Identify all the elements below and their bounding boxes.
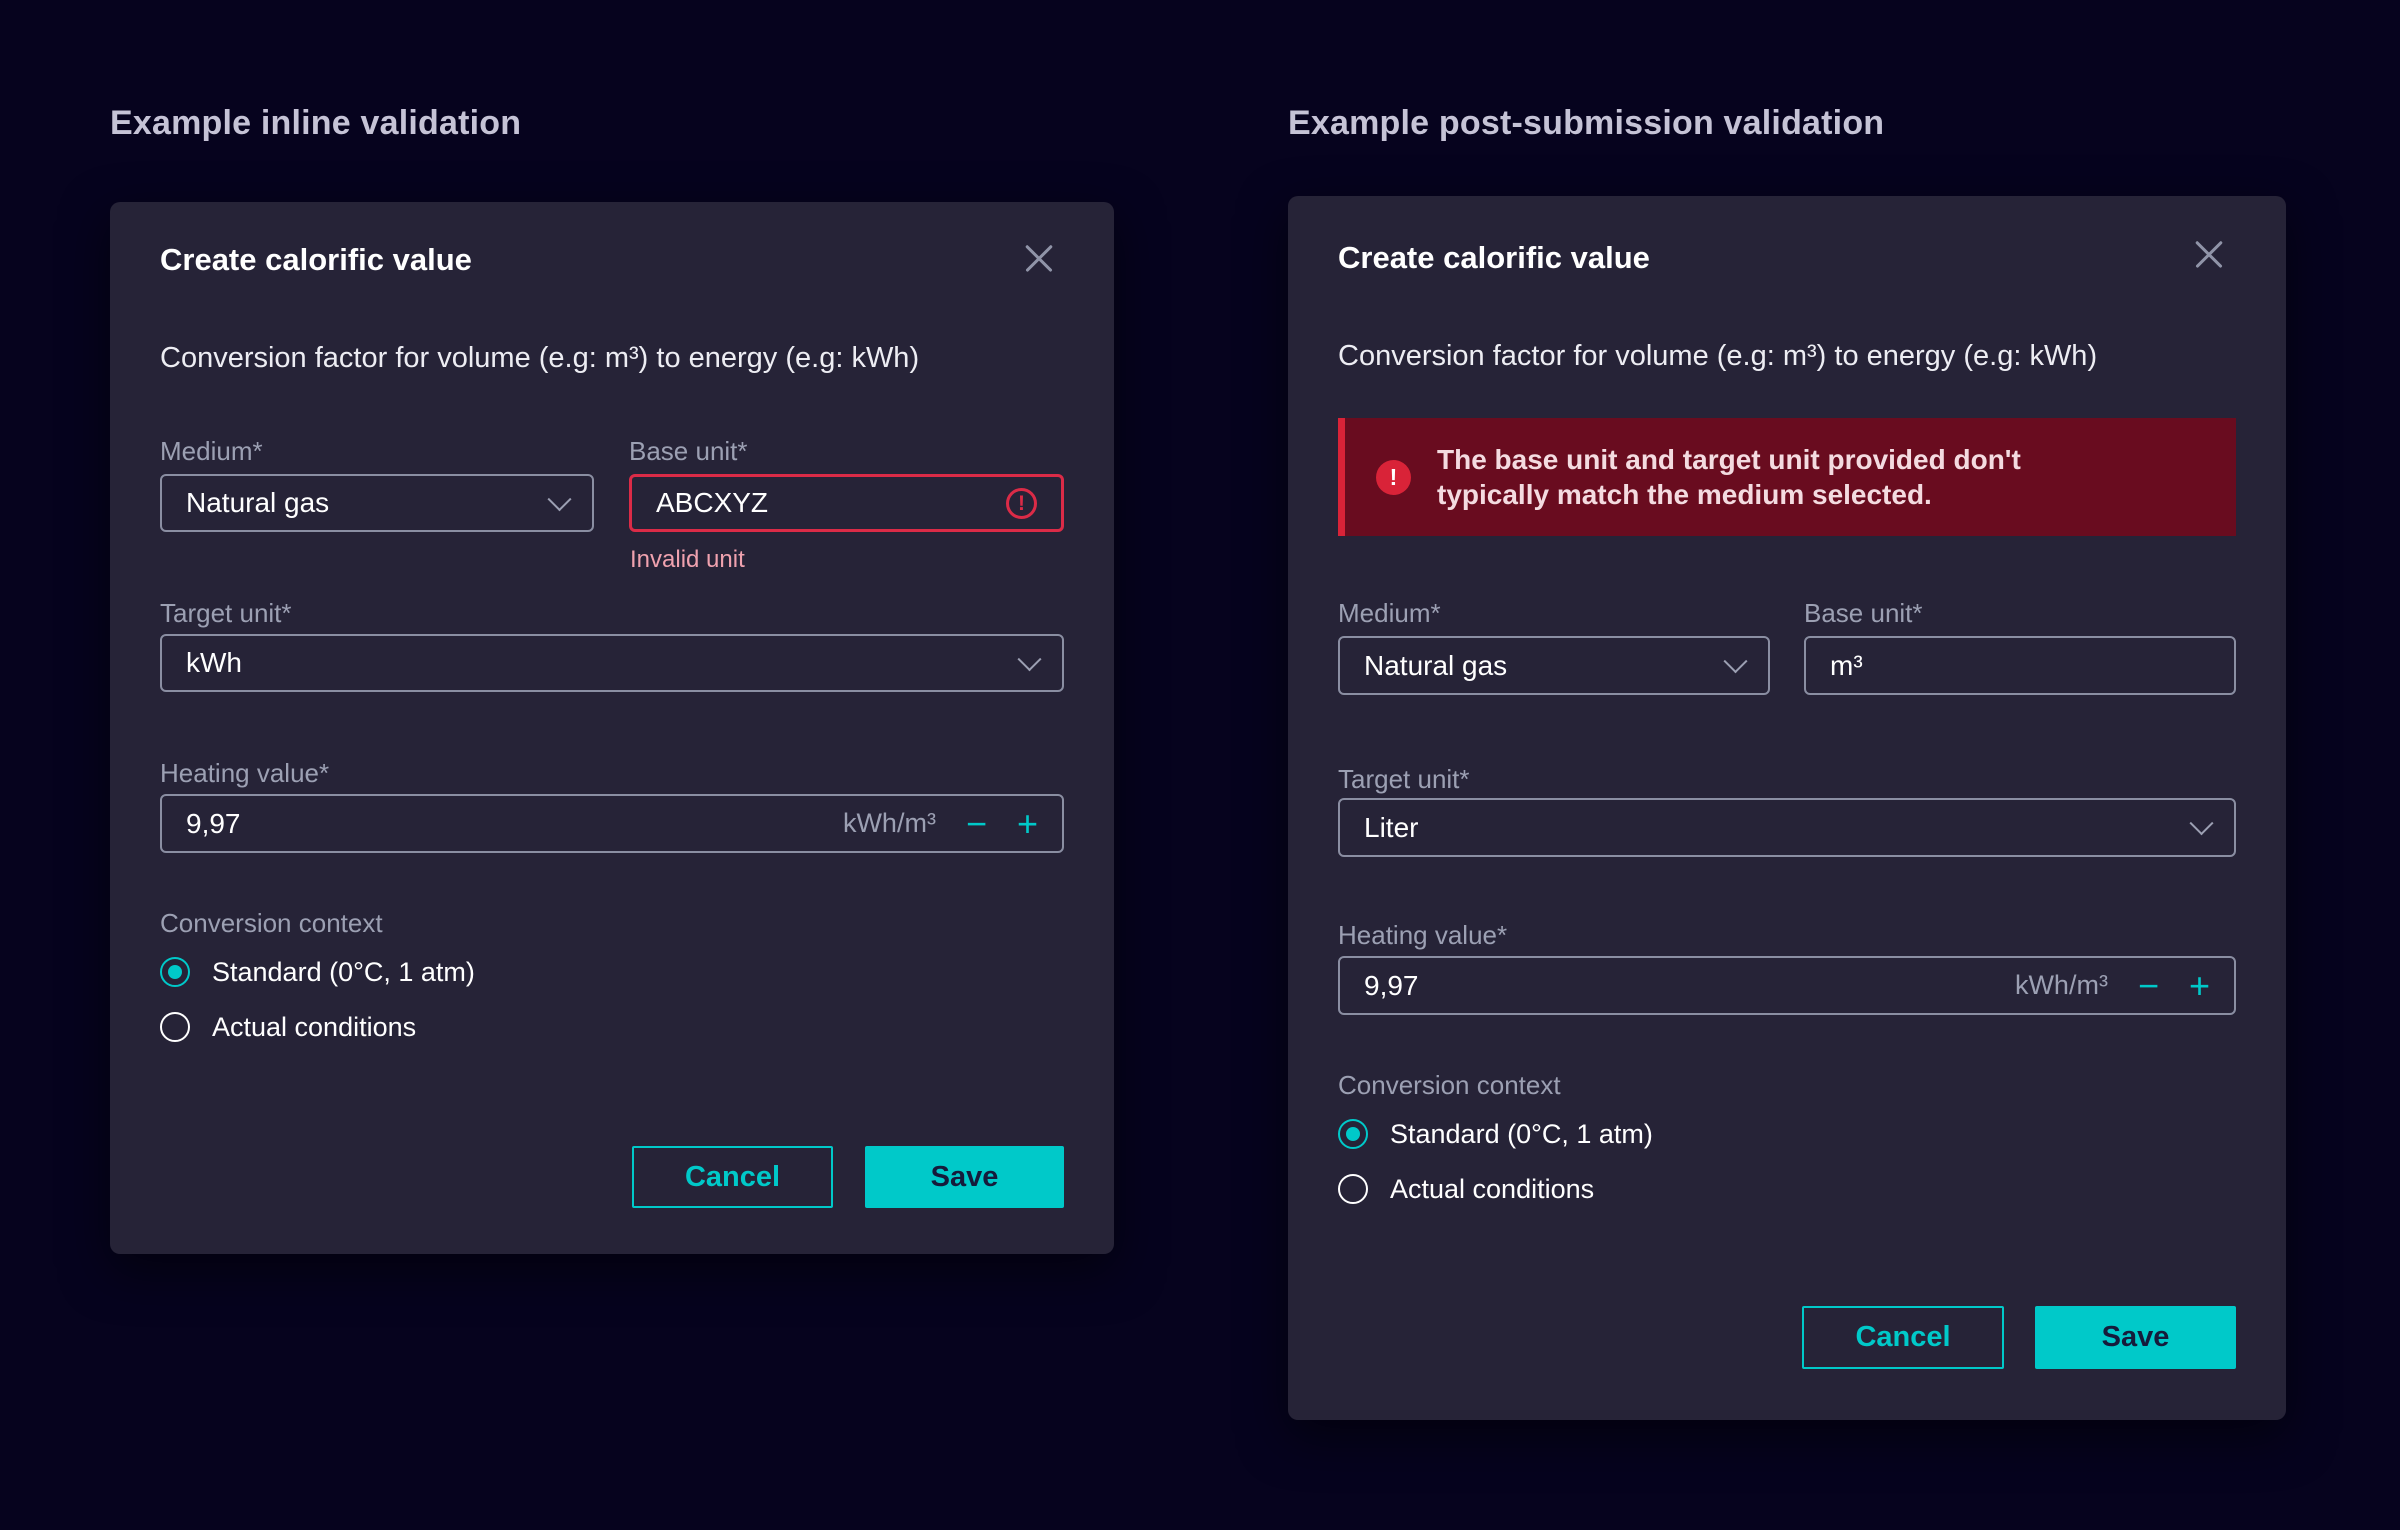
cancel-button[interactable]: Cancel bbox=[1802, 1306, 2004, 1369]
chevron-down-icon bbox=[547, 487, 571, 511]
target-unit-select[interactable]: kWh bbox=[160, 634, 1064, 692]
inline-example-heading: Example inline validation bbox=[110, 104, 521, 143]
radio-option-actual[interactable]: Actual conditions bbox=[160, 1011, 416, 1043]
close-icon[interactable] bbox=[1022, 242, 1056, 276]
base-unit-input-value: m³ bbox=[1830, 650, 1863, 682]
page: Example inline validation Create calorif… bbox=[0, 0, 2400, 1530]
required-asterisk: * bbox=[281, 598, 291, 628]
required-asterisk: * bbox=[1459, 764, 1469, 794]
create-calorific-value-dialog-post: Create calorific value Conversion factor… bbox=[1288, 196, 2286, 1420]
heating-value-input-value: 9,97 bbox=[1364, 970, 1419, 1002]
required-asterisk: * bbox=[252, 436, 262, 466]
dialog-description: Conversion factor for volume (e.g: m³) t… bbox=[1338, 340, 2097, 373]
heating-value-label: Heating value* bbox=[1338, 920, 1507, 951]
decrement-icon[interactable]: − bbox=[966, 806, 987, 842]
radio-icon[interactable] bbox=[1338, 1119, 1368, 1149]
required-asterisk: * bbox=[1430, 598, 1440, 628]
decrement-icon[interactable]: − bbox=[2138, 968, 2159, 1004]
close-icon[interactable] bbox=[2192, 238, 2226, 272]
create-calorific-value-dialog-inline: Create calorific value Conversion factor… bbox=[110, 202, 1114, 1254]
dialog-description: Conversion factor for volume (e.g: m³) t… bbox=[160, 342, 919, 375]
base-unit-input-value: ABCXYZ bbox=[656, 487, 768, 519]
target-unit-select-value: kWh bbox=[186, 647, 242, 679]
radio-option-actual[interactable]: Actual conditions bbox=[1338, 1173, 1594, 1205]
heating-value-input-value: 9,97 bbox=[186, 808, 241, 840]
increment-icon[interactable]: + bbox=[1017, 806, 1038, 842]
radio-option-standard[interactable]: Standard (0°C, 1 atm) bbox=[1338, 1118, 1653, 1150]
error-banner-message: The base unit and target unit provided d… bbox=[1437, 442, 2137, 512]
medium-select[interactable]: Natural gas bbox=[160, 474, 594, 532]
error-banner: ! The base unit and target unit provided… bbox=[1338, 418, 2236, 536]
target-unit-label: Target unit* bbox=[1338, 764, 1470, 795]
increment-icon[interactable]: + bbox=[2189, 968, 2210, 1004]
base-unit-label: Base unit* bbox=[629, 436, 748, 467]
medium-select-value: Natural gas bbox=[186, 487, 329, 519]
radio-option-standard[interactable]: Standard (0°C, 1 atm) bbox=[160, 956, 475, 988]
cancel-button[interactable]: Cancel bbox=[632, 1146, 833, 1208]
base-unit-input[interactable]: m³ bbox=[1804, 636, 2236, 695]
conversion-context-label: Conversion context bbox=[160, 908, 383, 939]
dialog-title: Create calorific value bbox=[1338, 240, 1650, 276]
medium-select[interactable]: Natural gas bbox=[1338, 636, 1770, 695]
required-asterisk: * bbox=[1497, 920, 1507, 950]
chevron-down-icon bbox=[1723, 649, 1747, 673]
target-unit-select-value: Liter bbox=[1364, 812, 1418, 844]
base-unit-label: Base unit* bbox=[1804, 598, 1923, 629]
heating-value-suffix: kWh/m³ − + bbox=[2015, 968, 2210, 1004]
radio-icon[interactable] bbox=[1338, 1174, 1368, 1204]
required-asterisk: * bbox=[319, 758, 329, 788]
save-button[interactable]: Save bbox=[865, 1146, 1064, 1208]
required-asterisk: * bbox=[1912, 598, 1922, 628]
chevron-down-icon bbox=[2189, 811, 2213, 835]
heating-value-suffix: kWh/m³ − + bbox=[843, 806, 1038, 842]
base-unit-error-message: Invalid unit bbox=[630, 546, 745, 574]
radio-icon[interactable] bbox=[160, 957, 190, 987]
radio-icon[interactable] bbox=[160, 1012, 190, 1042]
medium-label: Medium* bbox=[160, 436, 263, 467]
target-unit-label: Target unit* bbox=[160, 598, 292, 629]
medium-label: Medium* bbox=[1338, 598, 1441, 629]
heating-value-input[interactable]: 9,97 kWh/m³ − + bbox=[160, 794, 1064, 853]
heating-value-input[interactable]: 9,97 kWh/m³ − + bbox=[1338, 956, 2236, 1015]
chevron-down-icon bbox=[1017, 647, 1041, 671]
save-button[interactable]: Save bbox=[2035, 1306, 2236, 1369]
required-asterisk: * bbox=[737, 436, 747, 466]
alert-circle-icon: ! bbox=[1376, 460, 1411, 495]
base-unit-input[interactable]: ABCXYZ ! bbox=[629, 474, 1064, 532]
conversion-context-label: Conversion context bbox=[1338, 1070, 1561, 1101]
heating-value-label: Heating value* bbox=[160, 758, 329, 789]
unit-label: kWh/m³ bbox=[2015, 970, 2108, 1001]
medium-select-value: Natural gas bbox=[1364, 650, 1507, 682]
exclamation-circle-icon: ! bbox=[1006, 488, 1037, 519]
post-example-heading: Example post-submission validation bbox=[1288, 104, 1884, 143]
dialog-title: Create calorific value bbox=[160, 242, 472, 278]
target-unit-select[interactable]: Liter bbox=[1338, 798, 2236, 857]
unit-label: kWh/m³ bbox=[843, 808, 936, 839]
